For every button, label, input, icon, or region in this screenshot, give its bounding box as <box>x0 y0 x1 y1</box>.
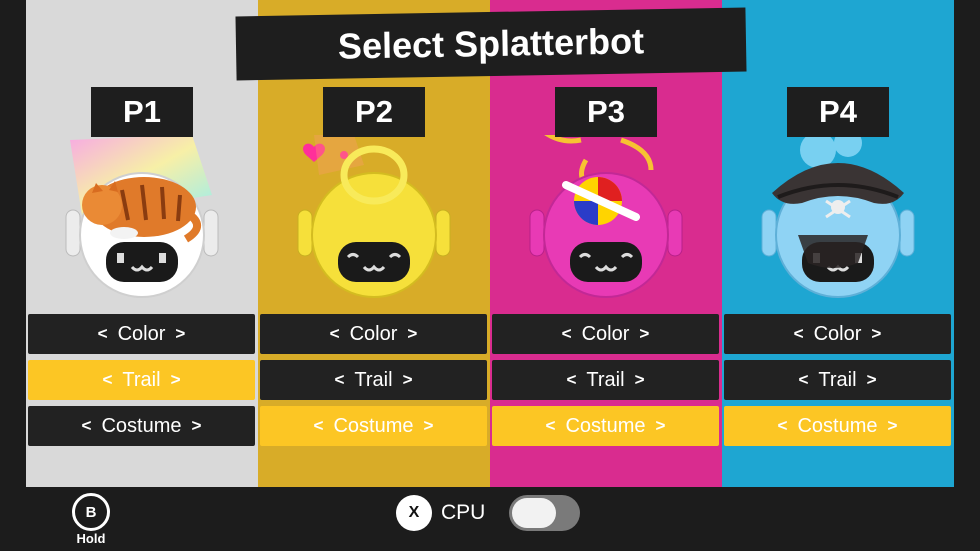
chevron-right-icon[interactable]: > <box>192 416 202 436</box>
color-label: Color <box>117 322 166 345</box>
chevron-left-icon[interactable]: < <box>330 324 340 344</box>
chevron-right-icon[interactable]: > <box>888 416 898 436</box>
trail-label: Trail <box>122 368 161 391</box>
player-tag: P4 <box>787 87 889 137</box>
bubble-trail <box>800 135 862 168</box>
cpu-label: CPU <box>441 501 486 524</box>
chevron-left-icon[interactable]: < <box>98 324 108 344</box>
trail-selector[interactable]: < Trail > <box>492 360 719 400</box>
costume-label: Costume <box>333 414 414 437</box>
chevron-left-icon[interactable]: < <box>334 370 344 390</box>
chevron-right-icon[interactable]: > <box>424 416 434 436</box>
player-tag: P2 <box>323 87 425 137</box>
chevron-left-icon[interactable]: < <box>566 370 576 390</box>
player-panel-p1: P1 < Color > < Trail > < Costume > <box>26 0 258 487</box>
costume-label: Costume <box>797 414 878 437</box>
chevron-right-icon[interactable]: > <box>403 370 413 390</box>
chevron-right-icon[interactable]: > <box>407 324 417 344</box>
chevron-left-icon[interactable]: < <box>794 324 804 344</box>
chevron-left-icon[interactable]: < <box>546 416 556 436</box>
player-tag: P1 <box>91 87 193 137</box>
chevron-right-icon[interactable]: > <box>871 324 881 344</box>
player-tag: P3 <box>555 87 657 137</box>
color-selector[interactable]: < Color > <box>492 314 719 354</box>
chevron-left-icon[interactable]: < <box>102 370 112 390</box>
trail-selector[interactable]: < Trail > <box>724 360 951 400</box>
robot-avatar-p4 <box>761 135 915 298</box>
x-button-icon[interactable]: X <box>396 495 432 531</box>
costume-selector[interactable]: < Costume > <box>492 406 719 446</box>
chevron-right-icon[interactable]: > <box>639 324 649 344</box>
chevron-right-icon[interactable]: > <box>867 370 877 390</box>
player-panel-p4: P4 < Color > < Trail > < Costume > <box>722 0 954 487</box>
trail-selector[interactable]: < Trail > <box>260 360 487 400</box>
color-label: Color <box>349 322 398 345</box>
costume-label: Costume <box>565 414 646 437</box>
bottom-bar <box>0 487 980 551</box>
chevron-left-icon[interactable]: < <box>314 416 324 436</box>
chevron-right-icon[interactable]: > <box>656 416 666 436</box>
trail-label: Trail <box>818 368 857 391</box>
trail-selector[interactable]: < Trail > <box>28 360 255 400</box>
chevron-left-icon[interactable]: < <box>798 370 808 390</box>
robot-avatar-p2 <box>297 135 451 298</box>
page-title: Select Splatterbot <box>235 7 747 81</box>
chevron-left-icon[interactable]: < <box>82 416 92 436</box>
chevron-left-icon[interactable]: < <box>778 416 788 436</box>
b-button-icon[interactable]: B <box>72 493 110 531</box>
color-label: Color <box>581 322 630 345</box>
chevron-right-icon[interactable]: > <box>635 370 645 390</box>
color-selector[interactable]: < Color > <box>28 314 255 354</box>
costume-label: Costume <box>101 414 182 437</box>
costume-selector[interactable]: < Costume > <box>724 406 951 446</box>
chevron-left-icon[interactable]: < <box>562 324 572 344</box>
chevron-right-icon[interactable]: > <box>171 370 181 390</box>
cpu-toggle[interactable] <box>509 495 580 531</box>
costume-selector[interactable]: < Costume > <box>260 406 487 446</box>
color-selector[interactable]: < Color > <box>724 314 951 354</box>
character-select-screen: P1 < Color > < Trail > < Costume > P2 < … <box>0 0 980 551</box>
robot-avatar-p3 <box>529 135 683 298</box>
costume-selector[interactable]: < Costume > <box>28 406 255 446</box>
chevron-right-icon[interactable]: > <box>175 324 185 344</box>
hold-label: Hold <box>76 531 106 546</box>
trail-label: Trail <box>354 368 393 391</box>
robot-avatar-p1 <box>65 135 219 298</box>
color-label: Color <box>813 322 862 345</box>
color-selector[interactable]: < Color > <box>260 314 487 354</box>
toggle-knob[interactable] <box>512 498 556 528</box>
trail-label: Trail <box>586 368 625 391</box>
